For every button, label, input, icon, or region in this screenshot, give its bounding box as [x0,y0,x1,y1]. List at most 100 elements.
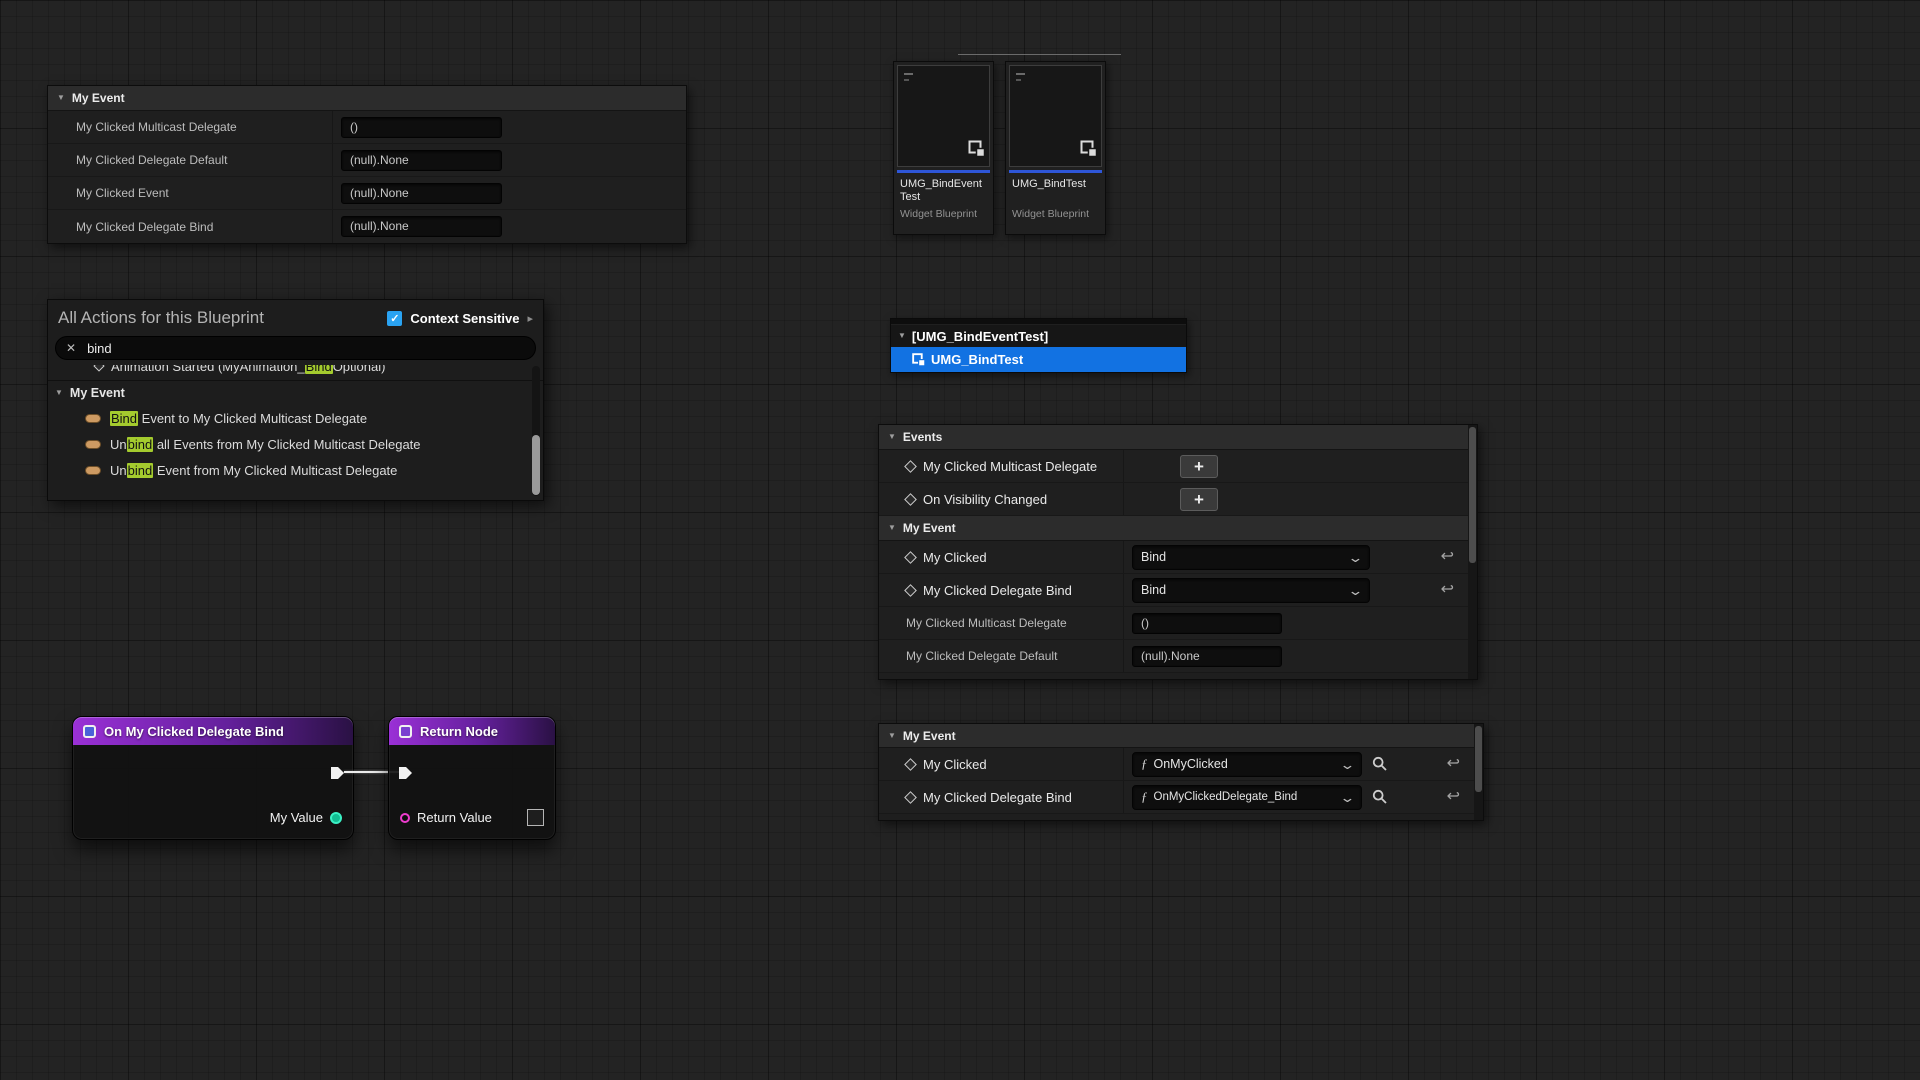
property-label: My Clicked Event [76,186,169,200]
action-item-unbind-event[interactable]: Unbind Event from My Clicked Multicast D… [48,457,543,483]
thumbnail-text-mark [904,73,913,75]
event-label: My Clicked Delegate Bind [923,790,1072,805]
events-details-panel: ▼ Events My Clicked Multicast Delegate +… [878,424,1478,680]
asset-card-umg-bindtest[interactable]: UMG_BindTest Widget Blueprint [1005,61,1106,235]
hierarchy-root-row[interactable]: ▼ [UMG_BindEventTest] [891,325,1186,347]
widget-blueprint-icon [1080,140,1098,163]
output-pin-row: My Value [270,810,342,825]
exec-output-pin[interactable] [330,766,345,785]
event-label: On Visibility Changed [923,492,1047,507]
category-header-my-event[interactable]: ▼ My Event [879,724,1474,748]
my-value-output-pin[interactable] [330,812,342,824]
property-row: My Clicked Event (null).None [48,177,686,210]
actions-search-bar[interactable]: ✕ [55,336,536,360]
property-value-field[interactable]: (null).None [341,183,502,204]
category-label: My Event [903,729,956,743]
delegate-pill-icon [85,414,101,423]
details-scrollbar-thumb[interactable] [1475,726,1482,792]
asset-card-umg-bindeventtest[interactable]: UMG_BindEvent Test Widget Blueprint [893,61,994,235]
browse-to-function-button[interactable] [1372,789,1388,805]
asset-type-label: Widget Blueprint [1006,204,1105,220]
category-header-events[interactable]: ▼ Events [879,425,1468,450]
details-scrollbar-track[interactable] [1474,724,1483,820]
add-event-button[interactable]: + [1180,488,1218,511]
reset-to-default-icon[interactable]: ↩ [1441,549,1454,565]
search-highlight: bind [127,463,154,478]
category-label: My Event [70,386,125,400]
thumbnail-text-mark [1016,73,1025,75]
check-icon: ✓ [390,312,399,325]
function-binding-panel: ▼ My Event My Clicked ƒ OnMyClicked ⌄ ↩ [878,723,1484,821]
actions-search-input[interactable] [85,340,525,357]
reset-to-default-icon[interactable]: ↩ [1447,756,1460,772]
function-dropdown[interactable]: ƒ OnMyClicked ⌄ [1132,752,1362,777]
actions-scrollbar-thumb[interactable] [532,435,540,495]
search-icon [1372,789,1388,805]
action-item-clipped[interactable]: Animation Started (MyAnimation_BindOptio… [48,365,543,381]
property-value-field[interactable]: (null).None [341,216,502,237]
return-value-input-pin[interactable] [400,813,410,823]
chevron-down-icon: ⌄ [1339,791,1355,804]
function-icon: ƒ [1141,789,1148,805]
action-text: Event from My Clicked Multicast Delegate [153,463,397,478]
widget-blueprint-icon [912,353,926,367]
function-dropdown[interactable]: ƒ OnMyClickedDelegate_Bind ⌄ [1132,785,1362,810]
event-diamond-icon [904,584,917,597]
actions-menu-title: All Actions for this Blueprint [58,308,379,328]
bind-dropdown[interactable]: Bind ⌄ [1132,545,1370,570]
action-item-bind-event[interactable]: Bind Event to My Clicked Multicast Deleg… [48,405,543,431]
reset-to-default-icon[interactable]: ↩ [1441,582,1454,598]
event-diamond-icon [904,460,917,473]
chevron-down-icon: ⌄ [1339,758,1355,771]
details-scrollbar-thumb[interactable] [1469,427,1476,563]
all-actions-menu: All Actions for this Blueprint ✓ Context… [47,299,544,501]
details-scrollbar-track[interactable] [1468,425,1477,679]
property-value-field[interactable]: () [341,117,502,138]
return-value-checkbox[interactable] [527,809,544,826]
property-row: My Clicked Multicast Delegate () [48,111,686,144]
dropdown-value: Bind [1141,550,1166,564]
widget-blueprint-icon [968,140,986,163]
actions-scrollbar-track[interactable] [532,366,540,496]
exec-input-pin[interactable] [398,766,413,785]
actions-category-my-event[interactable]: ▼ My Event [48,381,543,405]
event-diamond-icon [904,791,917,804]
property-label: My Clicked Delegate Default [76,153,227,167]
category-header-my-event[interactable]: ▼ My Event [48,86,686,111]
action-text: all Events from My Clicked Multicast Del… [153,437,420,452]
chevron-down-icon: ▼ [888,732,896,740]
property-row: My Clicked Delegate Default (null).None [879,640,1468,673]
chevron-right-icon[interactable]: ▸ [527,312,533,325]
node-on-my-clicked-delegate-bind[interactable]: On My Clicked Delegate Bind My Value [72,716,354,840]
node-header[interactable]: On My Clicked Delegate Bind [73,717,353,745]
event-diamond-icon [904,551,917,564]
context-sensitive-checkbox[interactable]: ✓ [387,311,402,326]
property-value-field[interactable]: () [1132,613,1282,634]
category-header-my-event[interactable]: ▼ My Event [879,516,1468,541]
chevron-down-icon: ⌄ [1347,551,1363,564]
hierarchy-root-label: [UMG_BindEventTest] [912,329,1048,344]
property-value-field[interactable]: (null).None [1132,646,1282,667]
action-item-unbind-all[interactable]: Unbind all Events from My Clicked Multic… [48,431,543,457]
property-label: My Clicked Multicast Delegate [76,120,237,134]
event-function-row: My Clicked ƒ OnMyClicked ⌄ ↩ [879,748,1474,781]
widget-hierarchy-panel: ▼ [UMG_BindEventTest] UMG_BindTest [890,318,1187,373]
bind-dropdown[interactable]: Bind ⌄ [1132,578,1370,603]
thumbnail-text-mark [1016,79,1021,81]
dropdown-value: Bind [1141,583,1166,597]
event-row: On Visibility Changed + [879,483,1468,516]
node-return-node[interactable]: Return Node Return Value [388,716,556,840]
action-text: Optional) [333,365,386,374]
browse-to-function-button[interactable] [1372,756,1388,772]
asset-name: UMG_BindTest [1006,173,1105,204]
hierarchy-selected-row[interactable]: UMG_BindTest [891,347,1186,372]
event-row: My Clicked Multicast Delegate + [879,450,1468,483]
action-text: Event to My Clicked Multicast Delegate [138,411,367,426]
event-bind-row: My Clicked Delegate Bind Bind ⌄ ↩ [879,574,1468,607]
add-event-button[interactable]: + [1180,455,1218,478]
node-header[interactable]: Return Node [389,717,555,745]
property-value-field[interactable]: (null).None [341,150,502,171]
search-highlight: Bind [110,411,138,426]
reset-to-default-icon[interactable]: ↩ [1447,789,1460,805]
clear-search-icon[interactable]: ✕ [66,342,76,354]
